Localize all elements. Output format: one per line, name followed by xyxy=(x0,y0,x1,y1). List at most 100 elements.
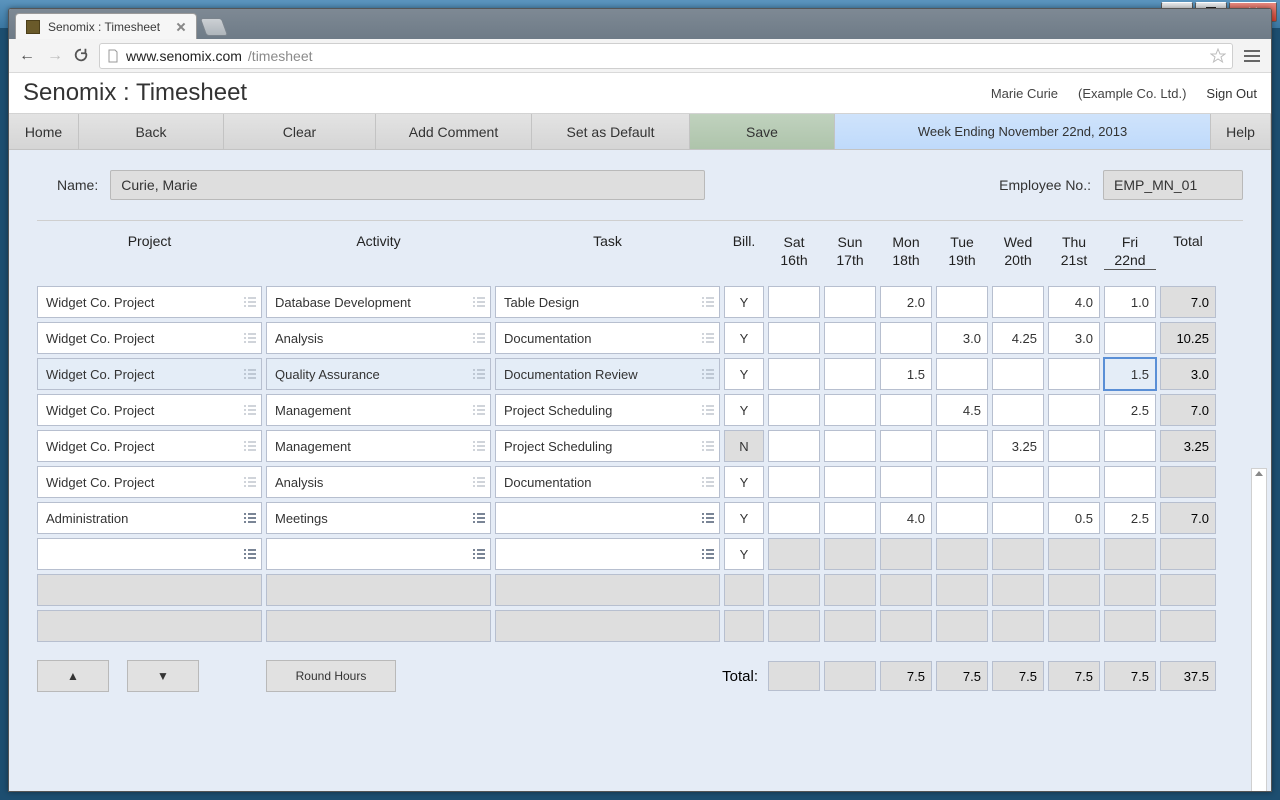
hours-cell[interactable]: 4.0 xyxy=(1048,286,1100,318)
list-icon[interactable] xyxy=(701,475,715,489)
url-input[interactable]: www.senomix.com/timesheet xyxy=(99,43,1233,69)
hours-cell[interactable] xyxy=(768,466,820,498)
activity-combo[interactable]: Analysis xyxy=(266,466,491,498)
hours-cell[interactable] xyxy=(880,538,932,570)
task-combo[interactable]: Documentation xyxy=(495,322,720,354)
hours-cell[interactable] xyxy=(1048,466,1100,498)
bill-cell[interactable]: Y xyxy=(724,394,764,426)
back-button[interactable]: Back xyxy=(79,114,224,149)
list-icon[interactable] xyxy=(243,295,257,309)
hours-cell[interactable] xyxy=(824,358,876,390)
bill-cell[interactable]: Y xyxy=(724,322,764,354)
hours-cell[interactable] xyxy=(1104,430,1156,462)
bookmark-star-icon[interactable] xyxy=(1210,48,1226,64)
project-combo[interactable]: Widget Co. Project xyxy=(37,358,262,390)
hours-cell[interactable] xyxy=(768,322,820,354)
activity-combo[interactable]: Management xyxy=(266,394,491,426)
hours-cell[interactable] xyxy=(768,358,820,390)
hours-cell[interactable] xyxy=(936,466,988,498)
bill-cell[interactable]: N xyxy=(724,430,764,462)
vertical-scrollbar[interactable] xyxy=(1251,468,1267,791)
task-combo[interactable]: Documentation xyxy=(495,466,720,498)
hours-cell[interactable]: 1.5 xyxy=(1104,358,1156,390)
hours-cell[interactable] xyxy=(880,394,932,426)
hours-cell[interactable]: 4.25 xyxy=(992,322,1044,354)
hours-cell[interactable]: 4.0 xyxy=(880,502,932,534)
hours-cell[interactable] xyxy=(824,502,876,534)
bill-cell[interactable]: Y xyxy=(724,358,764,390)
activity-combo[interactable] xyxy=(266,538,491,570)
save-button[interactable]: Save xyxy=(690,114,835,149)
list-icon[interactable] xyxy=(472,331,486,345)
move-up-button[interactable]: ▲ xyxy=(37,660,109,692)
hours-cell[interactable] xyxy=(992,466,1044,498)
list-icon[interactable] xyxy=(701,295,715,309)
hours-cell[interactable]: 4.5 xyxy=(936,394,988,426)
list-icon[interactable] xyxy=(472,403,486,417)
name-field[interactable]: Curie, Marie xyxy=(110,170,705,200)
task-combo[interactable]: Project Scheduling xyxy=(495,430,720,462)
hours-cell[interactable] xyxy=(992,502,1044,534)
hours-cell[interactable] xyxy=(824,430,876,462)
clear-button[interactable]: Clear xyxy=(224,114,376,149)
sign-out-link[interactable]: Sign Out xyxy=(1206,86,1257,101)
hours-cell[interactable] xyxy=(992,286,1044,318)
hours-cell[interactable]: 3.0 xyxy=(1048,322,1100,354)
list-icon[interactable] xyxy=(701,439,715,453)
hours-cell[interactable]: 3.25 xyxy=(992,430,1044,462)
activity-combo[interactable]: Quality Assurance xyxy=(266,358,491,390)
hours-cell[interactable] xyxy=(1104,466,1156,498)
list-icon[interactable] xyxy=(701,547,715,561)
bill-cell[interactable]: Y xyxy=(724,538,764,570)
bill-cell[interactable]: Y xyxy=(724,502,764,534)
project-combo[interactable]: Administration xyxy=(37,502,262,534)
reload-icon[interactable] xyxy=(73,47,91,65)
hours-cell[interactable]: 2.0 xyxy=(880,286,932,318)
list-icon[interactable] xyxy=(243,403,257,417)
set-default-button[interactable]: Set as Default xyxy=(532,114,690,149)
hours-cell[interactable]: 1.5 xyxy=(880,358,932,390)
hours-cell[interactable] xyxy=(936,538,988,570)
hours-cell[interactable] xyxy=(1104,538,1156,570)
hours-cell[interactable] xyxy=(880,322,932,354)
list-icon[interactable] xyxy=(243,511,257,525)
hours-cell[interactable] xyxy=(768,430,820,462)
bill-cell[interactable]: Y xyxy=(724,286,764,318)
hours-cell[interactable] xyxy=(824,466,876,498)
list-icon[interactable] xyxy=(472,511,486,525)
list-icon[interactable] xyxy=(701,367,715,381)
list-icon[interactable] xyxy=(472,295,486,309)
hours-cell[interactable] xyxy=(992,394,1044,426)
chrome-menu-icon[interactable] xyxy=(1241,47,1263,65)
hours-cell[interactable]: 1.0 xyxy=(1104,286,1156,318)
project-combo[interactable] xyxy=(37,538,262,570)
hours-cell[interactable]: 3.0 xyxy=(936,322,988,354)
home-button[interactable]: Home xyxy=(9,114,79,149)
hours-cell[interactable]: 2.5 xyxy=(1104,394,1156,426)
list-icon[interactable] xyxy=(472,475,486,489)
task-combo[interactable] xyxy=(495,538,720,570)
list-icon[interactable] xyxy=(701,331,715,345)
employee-no-field[interactable]: EMP_MN_01 xyxy=(1103,170,1243,200)
new-tab-button[interactable] xyxy=(200,18,229,36)
list-icon[interactable] xyxy=(243,367,257,381)
hours-cell[interactable] xyxy=(768,286,820,318)
hours-cell[interactable] xyxy=(992,358,1044,390)
hours-cell[interactable] xyxy=(1048,430,1100,462)
project-combo[interactable]: Widget Co. Project xyxy=(37,286,262,318)
hours-cell[interactable] xyxy=(936,286,988,318)
hours-cell[interactable] xyxy=(880,466,932,498)
hours-cell[interactable]: 0.5 xyxy=(1048,502,1100,534)
project-combo[interactable]: Widget Co. Project xyxy=(37,466,262,498)
hours-cell[interactable] xyxy=(1104,322,1156,354)
hours-cell[interactable] xyxy=(768,394,820,426)
hours-cell[interactable] xyxy=(880,430,932,462)
hours-cell[interactable] xyxy=(992,538,1044,570)
list-icon[interactable] xyxy=(701,511,715,525)
project-combo[interactable]: Widget Co. Project xyxy=(37,394,262,426)
hours-cell[interactable] xyxy=(768,538,820,570)
week-ending-button[interactable]: Week Ending November 22nd, 2013 xyxy=(835,114,1211,149)
hours-cell[interactable] xyxy=(1048,538,1100,570)
activity-combo[interactable]: Database Development xyxy=(266,286,491,318)
project-combo[interactable]: Widget Co. Project xyxy=(37,430,262,462)
